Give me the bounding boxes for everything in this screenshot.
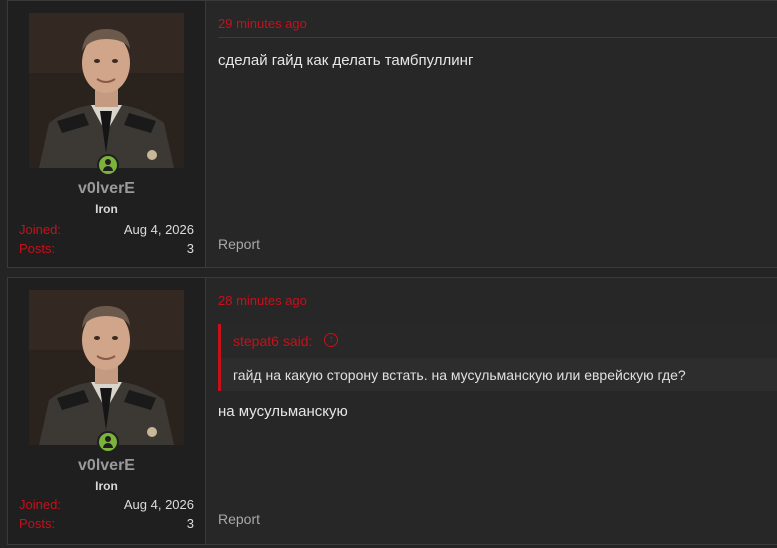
posts-label: Posts: bbox=[19, 241, 56, 256]
joined-label: Joined: bbox=[19, 222, 61, 237]
avatar[interactable] bbox=[29, 13, 184, 168]
avatar[interactable] bbox=[29, 290, 184, 445]
joined-value: Aug 4, 2026 bbox=[123, 222, 194, 237]
user-rank: Iron bbox=[95, 202, 118, 216]
post-message: на мусульманскую bbox=[218, 403, 348, 420]
quote-text: гайд на какую сторону встать. на мусульм… bbox=[233, 367, 686, 383]
quote-header: stepat6 said: ↑ bbox=[221, 324, 777, 358]
joined-value: Aug 4, 2026 bbox=[123, 497, 194, 512]
posts-stat: Posts: 3 bbox=[19, 516, 194, 531]
joined-label: Joined: bbox=[19, 497, 61, 512]
posts-stat: Posts: 3 bbox=[19, 241, 194, 256]
quote-author[interactable]: stepat6 said: bbox=[233, 333, 312, 349]
divider bbox=[218, 37, 777, 38]
post-timestamp[interactable]: 28 minutes ago bbox=[218, 293, 307, 308]
post: v0lverE Iron Joined: Aug 4, 2026 Posts: … bbox=[7, 0, 777, 268]
post-timestamp[interactable]: 29 minutes ago bbox=[218, 16, 307, 31]
online-status-icon bbox=[97, 431, 119, 453]
report-link[interactable]: Report bbox=[218, 511, 260, 527]
quote-block: stepat6 said: ↑ гайд на какую сторону вс… bbox=[218, 324, 777, 391]
online-status-icon bbox=[97, 154, 119, 176]
post-content: 29 minutes ago сделай гайд как делать та… bbox=[206, 1, 777, 267]
posts-value: 3 bbox=[186, 241, 194, 256]
username[interactable]: v0lverE bbox=[8, 180, 205, 198]
posts-label: Posts: bbox=[19, 516, 56, 531]
post: v0lverE Iron Joined: Aug 4, 2026 Posts: … bbox=[7, 277, 777, 545]
arrow-up-circle-icon[interactable]: ↑ bbox=[324, 333, 338, 347]
joined-stat: Joined: Aug 4, 2026 bbox=[19, 222, 194, 237]
user-rank: Iron bbox=[95, 479, 118, 493]
username[interactable]: v0lverE bbox=[8, 457, 205, 475]
joined-stat: Joined: Aug 4, 2026 bbox=[19, 497, 194, 512]
user-info: v0lverE Iron Joined: Aug 4, 2026 Posts: … bbox=[8, 278, 206, 544]
report-link[interactable]: Report bbox=[218, 236, 260, 252]
posts-value: 3 bbox=[186, 516, 194, 531]
post-message: сделай гайд как делать тамбпуллинг bbox=[218, 52, 474, 69]
post-content: 28 minutes ago stepat6 said: ↑ гайд на к… bbox=[206, 278, 777, 544]
user-info: v0lverE Iron Joined: Aug 4, 2026 Posts: … bbox=[8, 1, 206, 267]
